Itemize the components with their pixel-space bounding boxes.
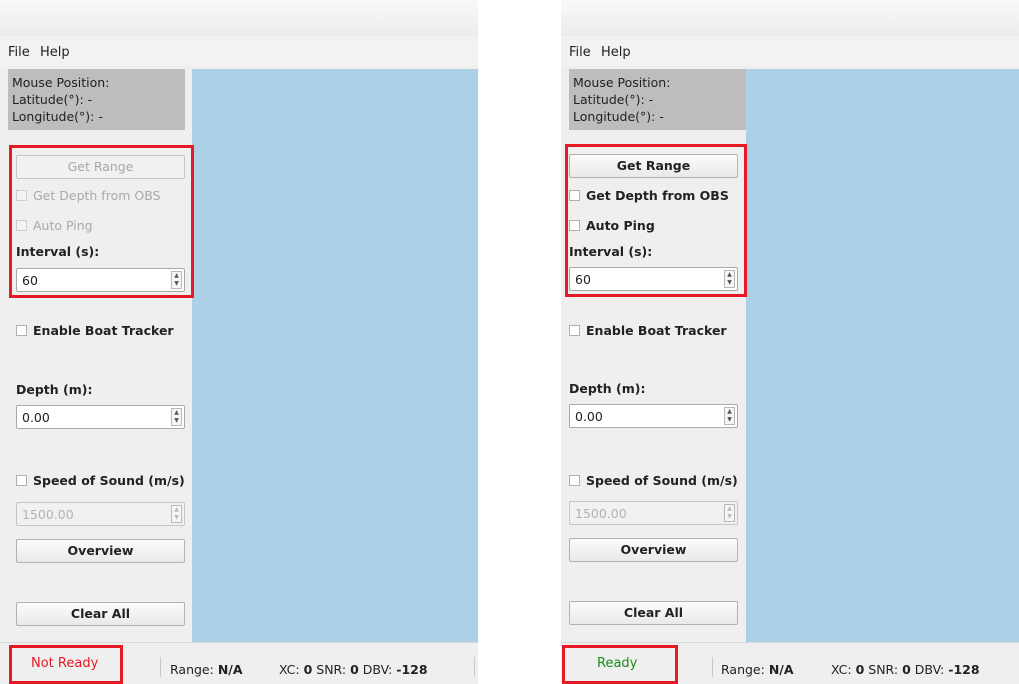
get-range-button[interactable]: Get Range [569, 154, 738, 178]
enable-boat-tracker-checkbox[interactable]: Enable Boat Tracker [569, 321, 727, 339]
status-not-ready: Not Ready [31, 656, 99, 671]
dbv-label: DBV: [914, 662, 945, 677]
depth-value: 0.00 [22, 410, 50, 425]
xc-value: 0 [855, 662, 865, 677]
checkbox-box[interactable] [16, 219, 27, 231]
snr-label: SNR: [868, 662, 899, 677]
interval-label: Interval (s): [16, 244, 100, 259]
status-ready: Ready [597, 656, 638, 671]
longitude-readout: Longitude(°): - [12, 109, 103, 124]
latitude-readout: Latitude(°): - [573, 92, 654, 107]
app-window-not-ready: File Help Mouse Position: Latitude(°): -… [0, 0, 478, 684]
dbv-label: DBV: [362, 662, 393, 677]
interval-spinbox[interactable]: 60 ▲ ▼ [16, 268, 185, 292]
snr-label: SNR: [316, 662, 347, 677]
spin-arrows-icon[interactable]: ▲ ▼ [171, 505, 182, 523]
range-value: N/A [768, 662, 794, 677]
get-depth-from-obs-checkbox[interactable]: Get Depth from OBS [16, 186, 161, 204]
title-bar [0, 0, 478, 37]
xc-label: XC: [831, 662, 852, 677]
menu-file[interactable]: File [569, 45, 591, 60]
get-depth-from-obs-label: Get Depth from OBS [33, 187, 161, 203]
depth-spinbox[interactable]: 0.00 ▲ ▼ [569, 404, 738, 428]
clear-all-button[interactable]: Clear All [16, 602, 185, 626]
checkbox-box[interactable] [569, 219, 580, 231]
status-bar: Not Ready Range: N/A XC: 0 SNR: 0 DBV: -… [0, 642, 478, 684]
spin-arrows-icon[interactable]: ▲ ▼ [724, 270, 735, 288]
snr-value: 0 [902, 662, 911, 677]
checkbox-box[interactable] [16, 474, 27, 486]
get-depth-from-obs-label: Get Depth from OBS [586, 187, 729, 203]
mouse-position-title: Mouse Position: [573, 75, 671, 90]
dbv-value: -128 [948, 662, 980, 677]
interval-spinbox[interactable]: 60 ▲ ▼ [569, 267, 738, 291]
interval-label: Interval (s): [569, 244, 653, 259]
depth-value: 0.00 [575, 409, 603, 424]
spin-arrows-icon[interactable]: ▲ ▼ [724, 407, 735, 425]
get-depth-from-obs-checkbox[interactable]: Get Depth from OBS [569, 186, 729, 204]
checkbox-box[interactable] [16, 189, 27, 201]
app-window-ready: File Help Mouse Position: Latitude(°): -… [561, 0, 1019, 684]
auto-ping-label: Auto Ping [586, 217, 655, 233]
longitude-readout: Longitude(°): - [573, 109, 664, 124]
status-bar: Ready Range: N/A XC: 0 SNR: 0 DBV: -128 [561, 642, 1019, 684]
snr-value: 0 [350, 662, 359, 677]
get-range-button[interactable]: Get Range [16, 155, 185, 179]
map-view[interactable] [192, 69, 478, 642]
checkbox-box[interactable] [569, 189, 580, 201]
auto-ping-label: Auto Ping [33, 217, 93, 233]
menu-help[interactable]: Help [601, 45, 631, 60]
xc-readout: XC: 0 SNR: 0 DBV: -128 [279, 662, 428, 677]
status-separator [160, 657, 161, 677]
speed-of-sound-checkbox[interactable]: Speed of Sound (m/s) [16, 471, 185, 489]
enable-boat-tracker-label: Enable Boat Tracker [33, 322, 174, 338]
enable-boat-tracker-checkbox[interactable]: Enable Boat Tracker [16, 321, 174, 339]
clear-all-button[interactable]: Clear All [569, 601, 738, 625]
xc-readout: XC: 0 SNR: 0 DBV: -128 [831, 662, 980, 677]
status-separator [712, 657, 713, 677]
speed-of-sound-label: Speed of Sound (m/s) [33, 472, 185, 488]
overview-button[interactable]: Overview [16, 539, 185, 563]
depth-label: Depth (m): [569, 381, 646, 396]
map-view[interactable] [746, 69, 1019, 642]
mouse-position-title: Mouse Position: [12, 75, 110, 90]
title-bar [561, 0, 1019, 37]
spin-arrows-icon[interactable]: ▲ ▼ [171, 408, 182, 426]
spin-arrows-icon[interactable]: ▲ ▼ [171, 271, 182, 289]
status-separator [474, 657, 475, 677]
speed-of-sound-spinbox[interactable]: 1500.00 ▲ ▼ [569, 501, 738, 525]
auto-ping-checkbox[interactable]: Auto Ping [569, 216, 655, 234]
range-label: Range: [170, 662, 214, 677]
menu-help[interactable]: Help [40, 45, 70, 60]
enable-boat-tracker-label: Enable Boat Tracker [586, 322, 727, 338]
speed-of-sound-value: 1500.00 [22, 507, 74, 522]
spin-arrows-icon[interactable]: ▲ ▼ [724, 504, 735, 522]
interval-value: 60 [22, 273, 38, 288]
mouse-position-panel: Mouse Position: Latitude(°): - Longitude… [569, 69, 746, 130]
checkbox-box[interactable] [16, 324, 27, 336]
speed-of-sound-checkbox[interactable]: Speed of Sound (m/s) [569, 471, 738, 489]
menu-file[interactable]: File [8, 45, 30, 60]
xc-value: 0 [303, 662, 313, 677]
range-value: N/A [217, 662, 243, 677]
menu-bar: File Help [561, 36, 1019, 66]
auto-ping-checkbox[interactable]: Auto Ping [16, 216, 93, 234]
range-readout: Range: N/A [721, 662, 794, 677]
range-label: Range: [721, 662, 765, 677]
checkbox-box[interactable] [569, 324, 580, 336]
overview-button[interactable]: Overview [569, 538, 738, 562]
speed-of-sound-spinbox[interactable]: 1500.00 ▲ ▼ [16, 502, 185, 526]
mouse-position-panel: Mouse Position: Latitude(°): - Longitude… [8, 69, 185, 130]
depth-label: Depth (m): [16, 382, 93, 397]
speed-of-sound-value: 1500.00 [575, 506, 627, 521]
menu-bar: File Help [0, 36, 478, 66]
interval-value: 60 [575, 272, 591, 287]
speed-of-sound-label: Speed of Sound (m/s) [586, 472, 738, 488]
latitude-readout: Latitude(°): - [12, 92, 93, 107]
depth-spinbox[interactable]: 0.00 ▲ ▼ [16, 405, 185, 429]
checkbox-box[interactable] [569, 474, 580, 486]
range-readout: Range: N/A [170, 662, 243, 677]
dbv-value: -128 [396, 662, 428, 677]
xc-label: XC: [279, 662, 300, 677]
